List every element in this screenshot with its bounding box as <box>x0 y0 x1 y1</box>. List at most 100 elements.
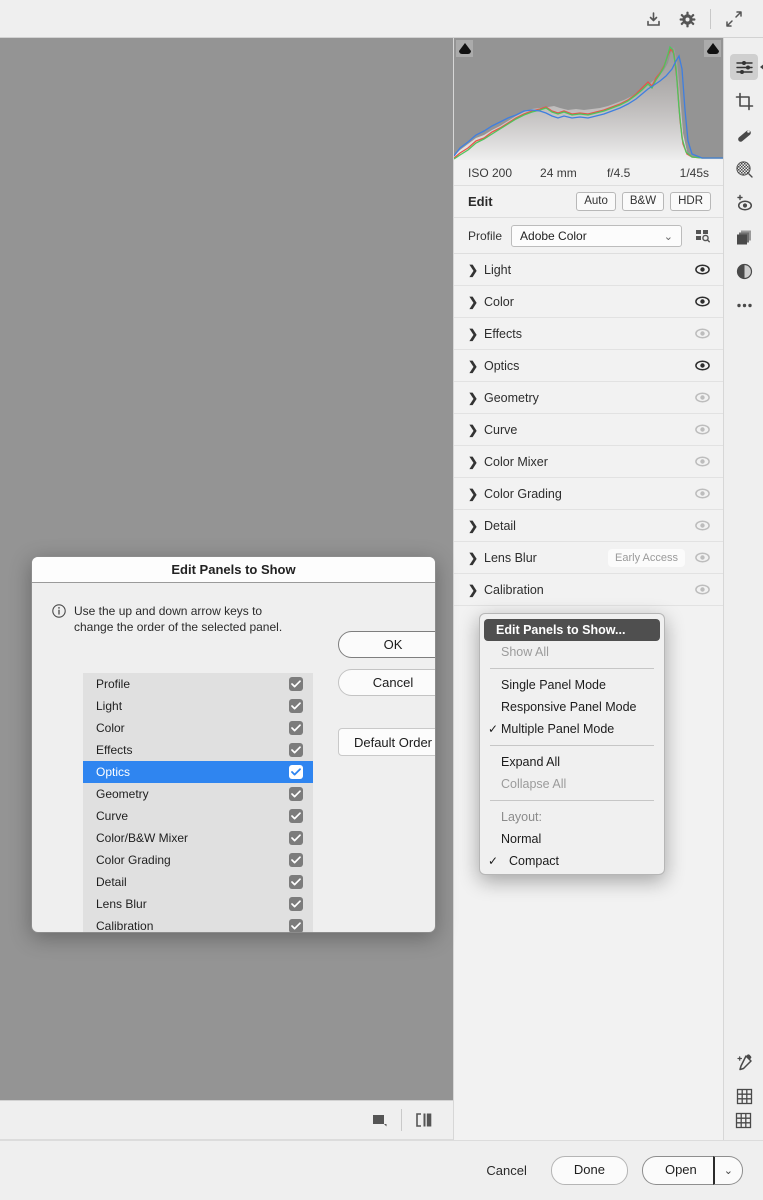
checkbox[interactable] <box>289 809 303 823</box>
grid-view-icon[interactable] <box>723 1100 763 1140</box>
highlight-clipping-indicator[interactable] <box>704 40 721 57</box>
chevron-right-icon[interactable]: ❯ <box>468 391 484 405</box>
auto-button[interactable]: Auto <box>576 191 616 212</box>
cancel-button[interactable]: Cancel <box>476 1157 536 1184</box>
checkbox[interactable] <box>289 743 303 757</box>
list-item-label: Color/B&W Mixer <box>96 831 189 845</box>
menu-item-expand-all[interactable]: Expand All <box>480 751 664 773</box>
checkbox[interactable] <box>289 699 303 713</box>
list-item[interactable]: Effects <box>83 739 313 761</box>
profile-select[interactable]: Adobe Color ⌄ <box>511 224 682 247</box>
shadow-clipping-indicator[interactable] <box>456 40 473 57</box>
more-options-icon[interactable] <box>724 288 763 322</box>
download-icon[interactable] <box>636 2 670 36</box>
panel-row-effects[interactable]: ❯ Effects <box>454 318 723 350</box>
checkbox[interactable] <box>289 897 303 911</box>
presets-icon[interactable] <box>724 254 763 288</box>
chevron-right-icon[interactable]: ❯ <box>468 327 484 341</box>
panel-row-color-mixer[interactable]: ❯ Color Mixer <box>454 446 723 478</box>
healing-brush-icon[interactable] <box>724 118 763 152</box>
panel-row-color-grading[interactable]: ❯ Color Grading <box>454 478 723 510</box>
background-color-icon[interactable] <box>364 1105 394 1135</box>
chevron-down-icon[interactable]: ⌄ <box>712 1156 743 1185</box>
eyedropper-icon[interactable] <box>724 1045 763 1079</box>
chevron-right-icon[interactable]: ❯ <box>468 263 484 277</box>
visibility-eye-icon[interactable] <box>693 360 711 371</box>
chevron-right-icon[interactable]: ❯ <box>468 455 484 469</box>
visibility-eye-icon[interactable] <box>693 584 711 595</box>
visibility-eye-icon[interactable] <box>693 488 711 499</box>
visibility-eye-icon[interactable] <box>693 328 711 339</box>
list-item[interactable]: Curve <box>83 805 313 827</box>
panel-row-detail[interactable]: ❯ Detail <box>454 510 723 542</box>
menu-item-multiple-panel-mode[interactable]: ✓ Multiple Panel Mode <box>480 718 664 740</box>
edit-sliders-icon[interactable] <box>724 50 763 84</box>
checkbox[interactable] <box>289 853 303 867</box>
checkbox[interactable] <box>289 787 303 801</box>
masking-icon[interactable] <box>724 152 763 186</box>
done-button[interactable]: Done <box>550 1156 628 1185</box>
checkbox[interactable] <box>289 875 303 889</box>
versions-icon[interactable] <box>724 220 763 254</box>
panel-order-list[interactable]: Profile Light Color Effects Optics Geome… <box>83 673 313 932</box>
ok-button[interactable]: OK <box>338 631 435 658</box>
list-item[interactable]: Calibration <box>83 915 313 932</box>
menu-item-edit-panels-to-show[interactable]: Edit Panels to Show... <box>484 619 660 641</box>
visibility-eye-icon[interactable] <box>693 456 711 467</box>
red-eye-icon[interactable] <box>724 186 763 220</box>
chevron-right-icon[interactable]: ❯ <box>468 359 484 373</box>
menu-item-single-panel-mode[interactable]: Single Panel Mode <box>480 674 664 696</box>
visibility-eye-icon[interactable] <box>693 552 711 563</box>
chevron-right-icon[interactable]: ❯ <box>468 487 484 501</box>
chevron-right-icon[interactable]: ❯ <box>468 519 484 533</box>
visibility-eye-icon[interactable] <box>693 296 711 307</box>
open-split-button[interactable]: Open ⌄ <box>641 1156 743 1185</box>
before-after-view-icon[interactable] <box>409 1105 439 1135</box>
expand-icon[interactable] <box>717 2 751 36</box>
open-button[interactable]: Open <box>641 1156 713 1185</box>
list-item[interactable]: Light <box>83 695 313 717</box>
list-item[interactable]: Color/B&W Mixer <box>83 827 313 849</box>
menu-item-responsive-panel-mode[interactable]: Responsive Panel Mode <box>480 696 664 718</box>
checkbox[interactable] <box>289 721 303 735</box>
panel-row-lens-blur[interactable]: ❯ Lens Blur Early Access <box>454 542 723 574</box>
menu-item-layout-normal[interactable]: Normal <box>480 828 664 850</box>
checkbox[interactable] <box>289 919 303 932</box>
chevron-right-icon[interactable]: ❯ <box>468 583 484 597</box>
list-item[interactable]: Geometry <box>83 783 313 805</box>
histogram[interactable] <box>454 38 723 160</box>
bw-button[interactable]: B&W <box>621 191 665 212</box>
dialog-cancel-button[interactable]: Cancel <box>338 669 435 696</box>
list-item[interactable]: Detail <box>83 871 313 893</box>
list-item-label: Profile <box>96 677 131 691</box>
list-item[interactable]: Profile <box>83 673 313 695</box>
panel-row-curve[interactable]: ❯ Curve <box>454 414 723 446</box>
chevron-right-icon[interactable]: ❯ <box>468 551 484 565</box>
list-item[interactable]: Color Grading <box>83 849 313 871</box>
chevron-right-icon[interactable]: ❯ <box>468 423 484 437</box>
histogram-graph <box>454 45 723 160</box>
list-item-selected[interactable]: Optics <box>83 761 313 783</box>
panel-row-geometry[interactable]: ❯ Geometry <box>454 382 723 414</box>
checkbox[interactable] <box>289 765 303 779</box>
crop-icon[interactable] <box>724 84 763 118</box>
chevron-right-icon[interactable]: ❯ <box>468 295 484 309</box>
panel-row-color[interactable]: ❯ Color <box>454 286 723 318</box>
panel-row-light[interactable]: ❯ Light <box>454 254 723 286</box>
visibility-eye-icon[interactable] <box>693 520 711 531</box>
visibility-eye-icon[interactable] <box>693 424 711 435</box>
default-order-button[interactable]: Default Order <box>338 728 435 756</box>
visibility-eye-icon[interactable] <box>693 392 711 403</box>
profile-browser-icon[interactable] <box>691 225 713 247</box>
visibility-eye-icon[interactable] <box>693 264 711 275</box>
menu-item-layout-compact[interactable]: ✓ Compact <box>480 850 664 872</box>
checkbox[interactable] <box>289 677 303 691</box>
list-item[interactable]: Color <box>83 717 313 739</box>
panel-row-calibration[interactable]: ❯ Calibration <box>454 574 723 606</box>
checkbox[interactable] <box>289 831 303 845</box>
gear-icon[interactable] <box>670 2 704 36</box>
menu-item-label: Compact <box>509 854 560 868</box>
hdr-button[interactable]: HDR <box>670 191 711 212</box>
list-item[interactable]: Lens Blur <box>83 893 313 915</box>
panel-row-optics[interactable]: ❯ Optics <box>454 350 723 382</box>
